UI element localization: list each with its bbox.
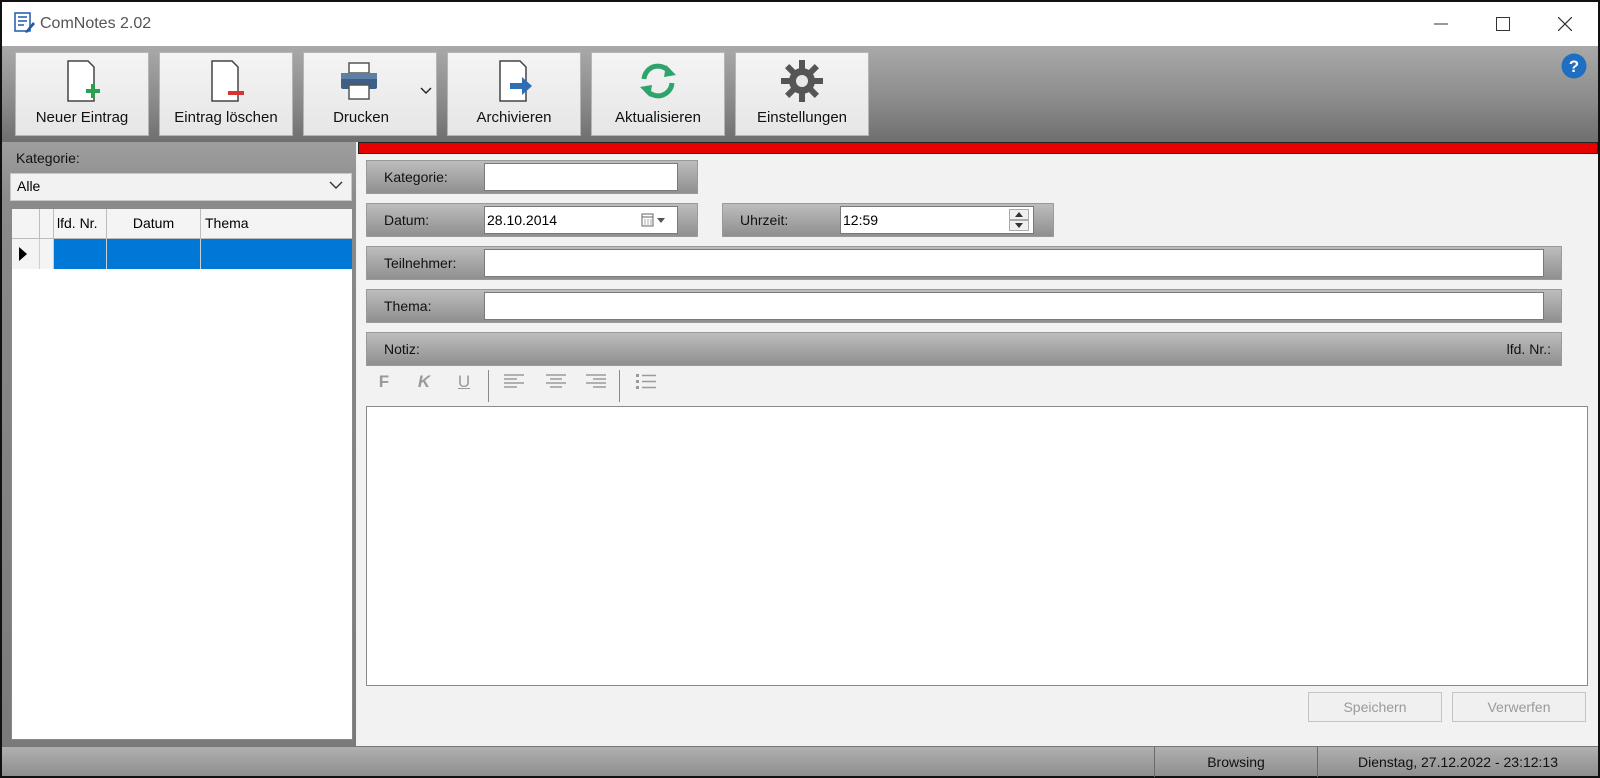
new-entry-label: Neuer Eintrag [35,109,129,126]
new-document-icon [67,60,100,102]
archive-label: Archivieren [476,109,552,126]
number-label: lfd. Nr.: [1506,341,1551,357]
app-notes-icon [14,12,35,33]
align-left-button[interactable] [500,372,528,398]
note-label: Notiz: [384,341,420,357]
archive-export-icon [499,60,532,102]
settings-button[interactable]: Einstellungen [735,52,869,136]
delete-document-icon [211,60,244,102]
date-value: 28.10.2014 [487,212,558,228]
grid-header-spacer [40,209,54,239]
print-button[interactable]: Drucken [303,52,437,136]
table-row[interactable] [12,239,352,269]
category-filter-value: Alle [17,178,41,194]
time-field-label: Uhrzeit: [740,212,789,228]
gear-icon [781,60,823,102]
minimize-button[interactable] [1410,2,1472,46]
save-button[interactable]: Speichern [1308,692,1442,722]
align-right-button[interactable] [582,372,610,398]
participants-field[interactable] [484,249,1544,277]
column-header-number[interactable]: lfd. Nr. [54,209,107,239]
detail-panel: Kategorie: Datum: 28.10.2014 Uhrzeit: 12… [358,142,1598,746]
status-bar: Browsing Dienstag, 27.12.2022 - 23:12:13 [2,746,1598,777]
settings-label: Einstellungen [756,109,848,126]
column-header-topic[interactable]: Thema [201,209,352,239]
cell-date[interactable] [107,239,201,269]
calendar-dropdown-icon[interactable] [641,213,669,227]
status-datetime: Dienstag, 27.12.2022 - 23:12:13 [1317,747,1598,777]
topic-field-label: Thema: [384,298,432,314]
print-dropdown-chevron-icon[interactable] [420,87,432,95]
refresh-icon [640,63,676,99]
row-spacer [40,239,54,269]
app-window: ComNotes 2.02 Neuer Eintrag Eintrag lösc… [0,0,1600,778]
maximize-icon [1496,17,1510,31]
svg-text:?: ? [1569,57,1579,76]
refresh-label: Aktualisieren [615,109,701,126]
column-header-date[interactable]: Datum [107,209,201,239]
cell-number[interactable] [54,239,107,269]
print-label: Drucken [333,109,389,126]
grid-header: lfd. Nr. Datum Thema [12,209,352,239]
bullet-list-icon [636,374,656,389]
align-right-icon [586,374,606,388]
time-value: 12:59 [843,212,879,228]
status-mode: Browsing [1154,747,1317,777]
date-picker[interactable]: 28.10.2014 [484,206,678,234]
refresh-button[interactable]: Aktualisieren [591,52,725,136]
note-format-toolbar: F K U [366,368,1558,402]
category-filter-label: Kategorie: [16,150,80,166]
toolbar-separator [619,370,620,402]
bold-button[interactable]: F [370,372,398,398]
category-field[interactable] [484,163,678,191]
time-stepper[interactable]: 12:59 [840,206,1034,234]
align-left-icon [504,374,524,388]
minimize-icon [1434,23,1448,25]
note-header: Notiz: lfd. Nr.: [366,332,1562,366]
grid-header-indicator [12,209,40,239]
participants-field-label: Teilnehmer: [384,255,457,271]
topic-field[interactable] [484,292,1544,320]
discard-button[interactable]: Verwerfen [1452,692,1586,722]
status-indicator-bar [358,142,1598,154]
printer-icon [341,62,377,100]
spin-updown-icon[interactable] [1009,209,1029,231]
delete-entry-label: Eintrag löschen [174,109,278,126]
new-entry-button[interactable]: Neuer Eintrag [15,52,149,136]
main-toolbar: Neuer Eintrag Eintrag löschen Drucken Ar… [2,46,1598,142]
close-button[interactable] [1534,2,1596,46]
toolbar-separator [488,370,489,402]
row-indicator [12,239,40,269]
underline-button[interactable]: U [450,372,478,398]
note-editor[interactable] [366,406,1588,686]
align-center-icon [546,374,566,388]
help-icon[interactable]: ? [1561,53,1587,79]
date-field-label: Datum: [384,212,430,228]
bullet-list-button[interactable] [632,372,660,398]
row-pointer-icon [19,247,27,261]
left-panel: Kategorie: Alle lfd. Nr. Datum Thema [2,142,356,746]
align-center-button[interactable] [542,372,570,398]
close-icon [1558,17,1572,31]
entries-grid[interactable]: lfd. Nr. Datum Thema [11,208,353,740]
title-bar: ComNotes 2.02 [2,2,1598,46]
italic-button[interactable]: K [410,372,438,398]
chevron-down-icon [329,181,343,189]
archive-button[interactable]: Archivieren [447,52,581,136]
maximize-button[interactable] [1472,2,1534,46]
cell-topic[interactable] [201,239,352,269]
delete-entry-button[interactable]: Eintrag löschen [159,52,293,136]
window-title: ComNotes 2.02 [40,15,152,32]
category-filter-select[interactable]: Alle [10,173,352,201]
category-field-label: Kategorie: [384,169,448,185]
